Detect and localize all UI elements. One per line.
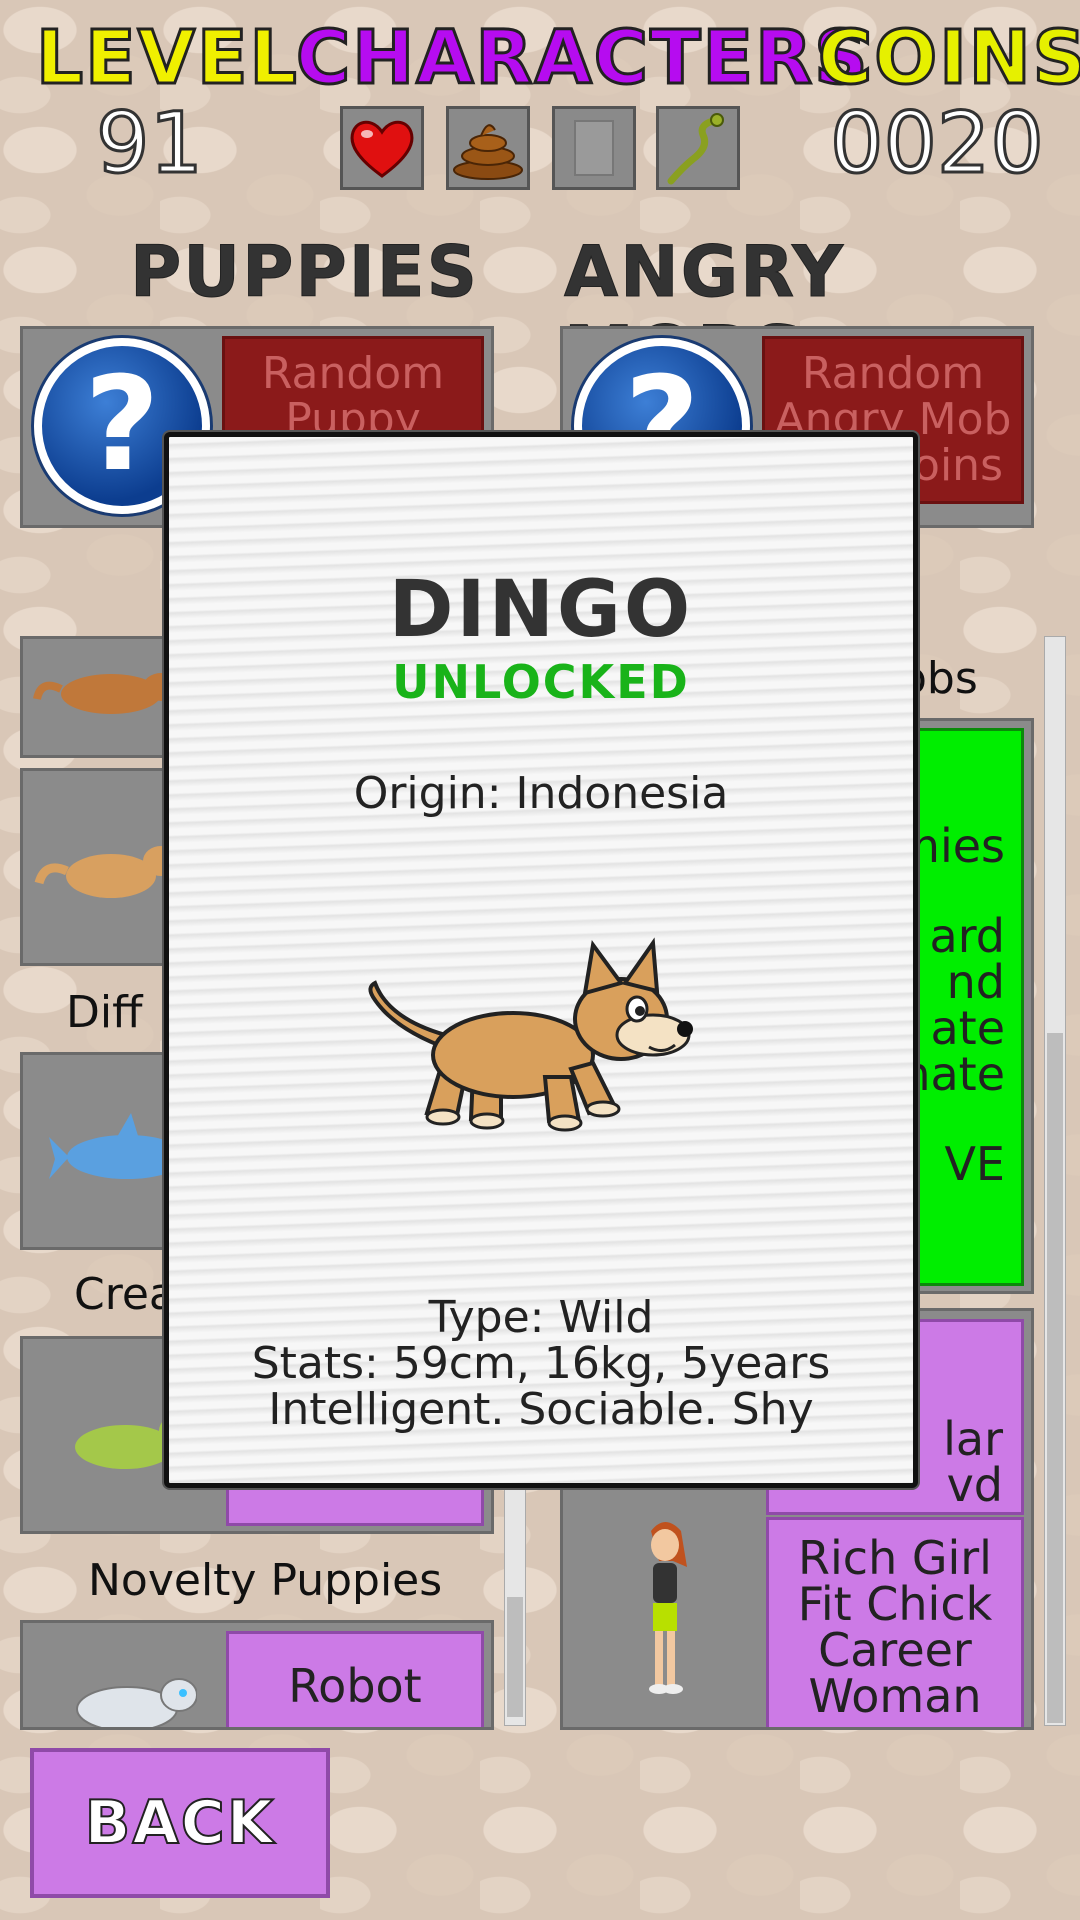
rich-girl-button[interactable]: Rich Girl Fit Chick Career Woman — [766, 1517, 1024, 1727]
snake-icon — [667, 113, 724, 185]
category-label: Crea — [74, 1269, 176, 1320]
heart-slot[interactable] — [340, 106, 424, 190]
origin-text: Origin: Indonesia — [353, 768, 729, 819]
character-name: DINGO — [388, 565, 694, 655]
mobs-scroll-thumb[interactable] — [1047, 1033, 1063, 1723]
poop-slot[interactable] — [446, 106, 530, 190]
puppy-row[interactable]: Robot — [20, 1620, 494, 1730]
dingo-sprite — [368, 937, 693, 1132]
robot-dog-sprite — [76, 1678, 197, 1727]
robot-button[interactable]: Robot — [226, 1631, 484, 1727]
traits-text: Intelligent. Sociable. Shy — [268, 1384, 814, 1435]
mob-option-line: vd — [946, 1458, 1003, 1512]
puppies-scroll-thumb[interactable] — [507, 1597, 523, 1717]
category-label: Diff — [66, 987, 143, 1038]
placeholder-icon — [574, 120, 614, 176]
characters-label: CHARACTERS — [294, 15, 870, 101]
stats-text: Stats: 59cm, 16kg, 5years — [251, 1338, 831, 1389]
rich-girl-sprite — [649, 1522, 687, 1694]
snake-slot[interactable] — [656, 106, 740, 190]
heart-icon — [350, 120, 414, 178]
dog-sprite — [33, 673, 179, 714]
mob-option-line: lar — [943, 1412, 1003, 1466]
empty-slot[interactable] — [552, 106, 636, 190]
coins-label: COINS — [817, 15, 1080, 101]
category-label: Novelty Puppies — [88, 1555, 443, 1606]
dog-sprite — [34, 846, 179, 898]
character-detail-modal: DINGO UNLOCKED Origin: Indonesia Type: W… — [164, 432, 918, 1488]
back-button[interactable]: BACK — [30, 1748, 330, 1898]
unlock-status: UNLOCKED — [392, 655, 690, 709]
mobs-scrollbar[interactable] — [1044, 636, 1066, 1726]
level-value: 91 — [95, 94, 205, 192]
random-mob-label: Random Angry Mob — [774, 348, 1012, 445]
puppies-title: PUPPIES — [129, 231, 480, 313]
coins-value: 0020 — [829, 94, 1046, 192]
random-puppy-button[interactable]: Random Puppy — [222, 336, 484, 434]
type-text: Type: Wild — [428, 1292, 654, 1343]
level-label: LEVEL — [35, 15, 299, 101]
poop-icon — [453, 124, 523, 180]
